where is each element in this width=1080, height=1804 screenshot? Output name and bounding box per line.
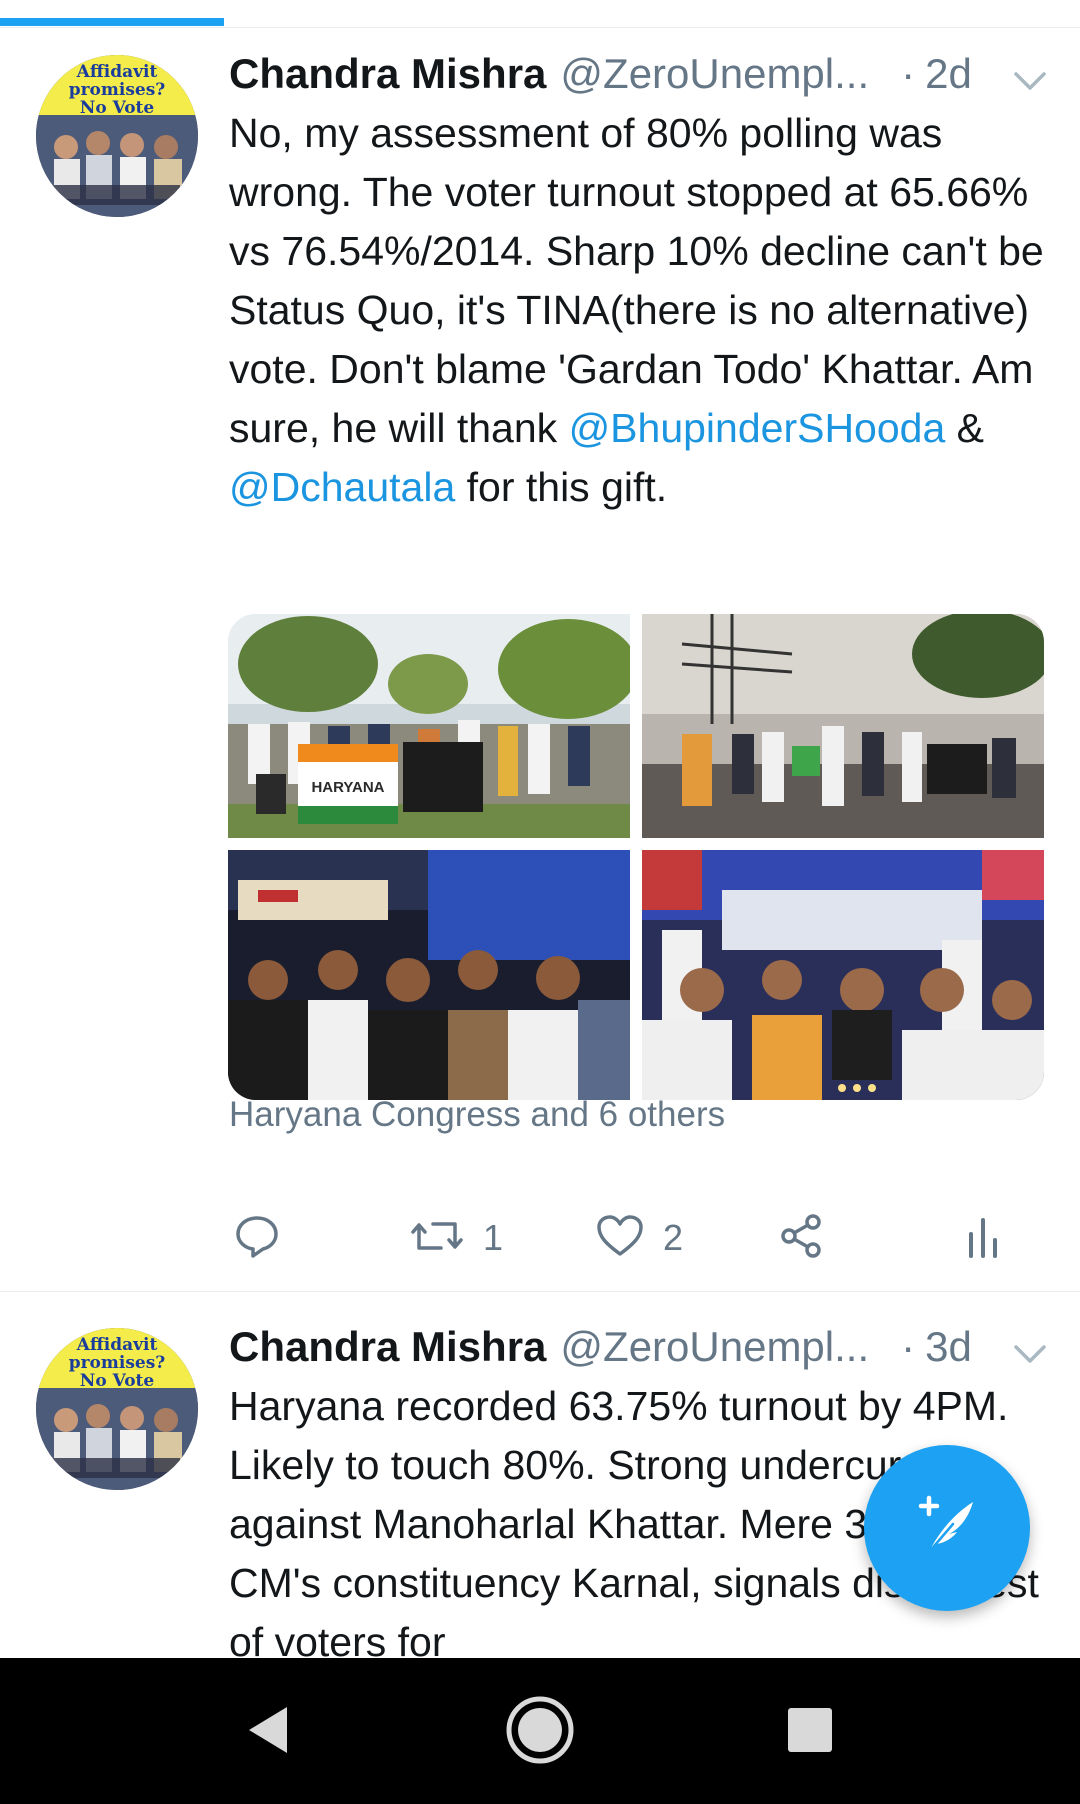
progress-indicator bbox=[0, 18, 224, 26]
tweet-photo[interactable]: HARYANA bbox=[228, 614, 630, 838]
compose-tweet-button[interactable] bbox=[864, 1445, 1030, 1611]
tweet-photo[interactable] bbox=[228, 850, 630, 1100]
tweet-header: Chandra Mishra @ZeroUnempl... · 2d bbox=[229, 44, 1050, 104]
like-button[interactable]: 2 bbox=[595, 1208, 683, 1268]
tweet-text-segment: No, my assessment of 80% polling was wro… bbox=[229, 110, 1044, 451]
tweet-photo[interactable] bbox=[642, 614, 1044, 838]
like-count: 2 bbox=[663, 1217, 684, 1258]
home-icon bbox=[504, 1694, 576, 1771]
photo-grid: HARYANA bbox=[228, 614, 1044, 1100]
analytics-icon bbox=[963, 1212, 1003, 1265]
retweet-button[interactable]: 1 bbox=[409, 1208, 503, 1268]
author-name[interactable]: Chandra Mishra bbox=[229, 1323, 546, 1371]
tweet-header: Chandra Mishra @ZeroUnempl... · 3d bbox=[229, 1317, 1050, 1377]
avatar[interactable]: Affidavit promises? No Vote bbox=[36, 55, 198, 217]
heart-icon bbox=[595, 1212, 645, 1265]
tweet-photo[interactable] bbox=[642, 850, 1044, 1100]
loading-progress-bar bbox=[0, 0, 1080, 28]
mention-link[interactable]: @Dchautala bbox=[229, 464, 455, 510]
reply-icon bbox=[233, 1212, 281, 1265]
banner-text: HARYANA bbox=[311, 779, 384, 796]
avatar-text-line-2: promises? bbox=[69, 80, 166, 100]
reply-button[interactable] bbox=[233, 1208, 281, 1268]
back-icon bbox=[243, 1703, 293, 1762]
chevron-down-icon[interactable] bbox=[1010, 58, 1050, 90]
liked-by-text[interactable]: Haryana Congress and 6 others bbox=[229, 1095, 725, 1135]
avatar-text-line-2: promises? bbox=[69, 1353, 166, 1373]
mention-link[interactable]: @BhupinderSHooda bbox=[569, 405, 946, 451]
tweet-actions: 1 2 bbox=[229, 1208, 1049, 1268]
back-button[interactable] bbox=[228, 1692, 308, 1772]
author-handle[interactable]: @ZeroUnempl... bbox=[560, 50, 869, 98]
share-icon bbox=[777, 1212, 825, 1265]
tweet-text-segment: & bbox=[945, 405, 985, 451]
avatar-text-line-3: No Vote bbox=[80, 1371, 155, 1391]
analytics-button[interactable] bbox=[963, 1208, 1003, 1268]
tweet-text-segment: for this gift. bbox=[455, 464, 668, 510]
home-button[interactable] bbox=[500, 1692, 580, 1772]
tweet-timestamp: 2d bbox=[925, 50, 972, 97]
compose-tweet-icon bbox=[907, 1486, 987, 1571]
avatar-text-line-1: Affidavit bbox=[76, 62, 158, 82]
retweet-count: 1 bbox=[483, 1217, 504, 1258]
avatar-text-line-3: No Vote bbox=[80, 98, 155, 118]
share-button[interactable] bbox=[777, 1208, 825, 1268]
tweet-card[interactable]: Affidavit promises? No Vote Chandra Mish… bbox=[0, 28, 1080, 1292]
recents-button[interactable] bbox=[770, 1692, 850, 1772]
avatar[interactable]: Affidavit promises? No Vote bbox=[36, 1328, 198, 1490]
author-handle[interactable]: @ZeroUnempl... bbox=[560, 1323, 869, 1371]
separator-dot: · bbox=[901, 1323, 916, 1370]
recents-icon bbox=[785, 1705, 835, 1760]
tweet-text: No, my assessment of 80% polling was wro… bbox=[229, 104, 1059, 517]
avatar-text-line-1: Affidavit bbox=[76, 1335, 158, 1355]
separator-dot: · bbox=[901, 50, 916, 97]
tweet-timestamp: 3d bbox=[925, 1323, 972, 1370]
retweet-icon bbox=[409, 1212, 465, 1265]
author-name[interactable]: Chandra Mishra bbox=[229, 50, 546, 98]
chevron-down-icon[interactable] bbox=[1010, 1331, 1050, 1363]
system-navigation-bar bbox=[0, 1658, 1080, 1804]
